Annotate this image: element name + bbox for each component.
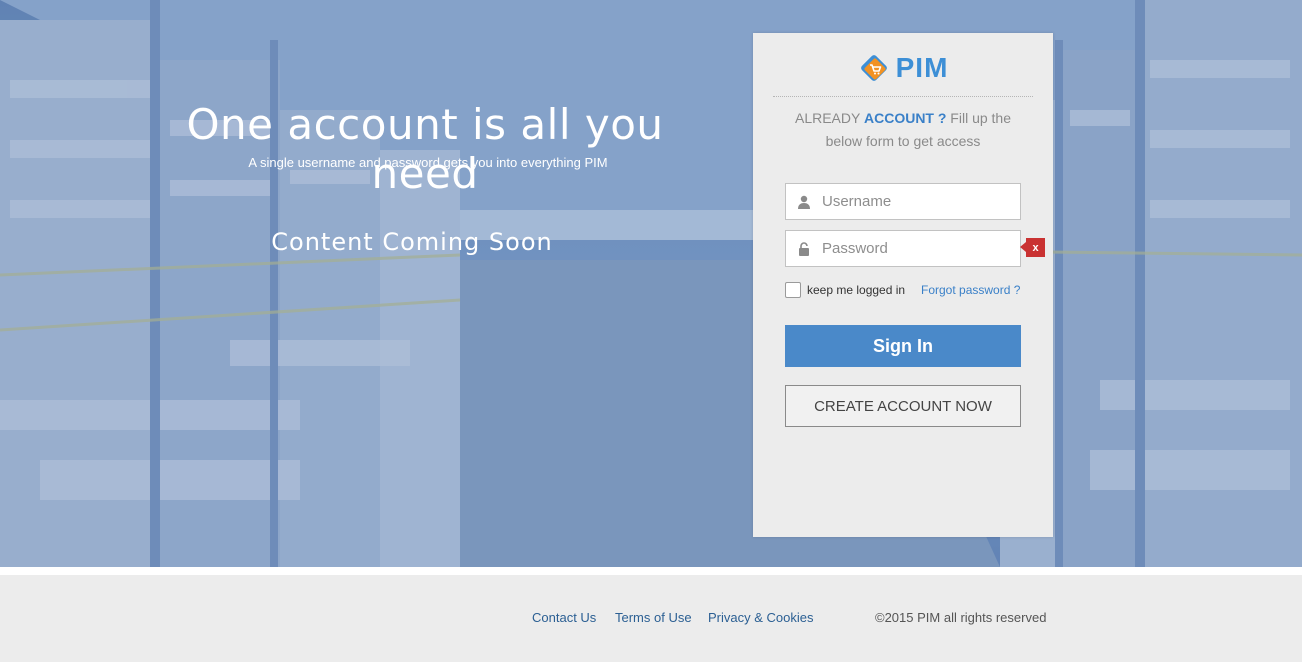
hero-subline: A single username and password gets you …: [248, 155, 608, 170]
footer: Contact Us Terms of Use Privacy & Cookie…: [0, 575, 1302, 662]
hero-headline: One account is all you need: [186, 100, 664, 198]
footer-separator: [0, 567, 1302, 575]
login-card: PIM ALREADY ACCOUNT ? Fill up the below …: [753, 33, 1053, 537]
logo-text: PIM: [895, 52, 949, 83]
password-input[interactable]: [822, 233, 1012, 264]
warehouse-image: [0, 0, 1302, 567]
create-account-button[interactable]: CREATE ACCOUNT NOW: [785, 385, 1021, 427]
tagline-strong: ACCOUNT ?: [863, 110, 947, 126]
login-tagline: ALREADY ACCOUNT ? Fill up the below form…: [783, 107, 1023, 153]
username-field[interactable]: [785, 183, 1021, 220]
password-error-badge: x: [1020, 238, 1045, 257]
footer-link-contact[interactable]: Contact Us: [532, 610, 596, 625]
remember-label: keep me logged in: [807, 283, 906, 297]
lock-icon: [786, 241, 822, 256]
remember-checkbox[interactable]: [785, 282, 801, 298]
copyright: ©2015 PIM all rights reserved: [875, 610, 1047, 625]
username-input[interactable]: [822, 186, 1012, 217]
tagline-pre: ALREADY: [794, 110, 864, 126]
remember-me[interactable]: keep me logged in: [785, 282, 905, 298]
divider: [773, 96, 1033, 97]
password-field[interactable]: [785, 230, 1021, 267]
footer-link-terms[interactable]: Terms of Use: [615, 610, 692, 625]
sign-in-button[interactable]: Sign In: [785, 325, 1021, 367]
user-icon: [786, 195, 822, 209]
footer-link-privacy[interactable]: Privacy & Cookies: [708, 610, 813, 625]
forgot-password-link[interactable]: Forgot password ?: [921, 283, 1020, 297]
logo[interactable]: PIM: [753, 51, 1053, 85]
content-coming-soon: Content Coming Soon: [271, 228, 553, 256]
hero-background: One account is all you need A single use…: [0, 0, 1302, 567]
pim-logo-icon: [860, 55, 887, 81]
